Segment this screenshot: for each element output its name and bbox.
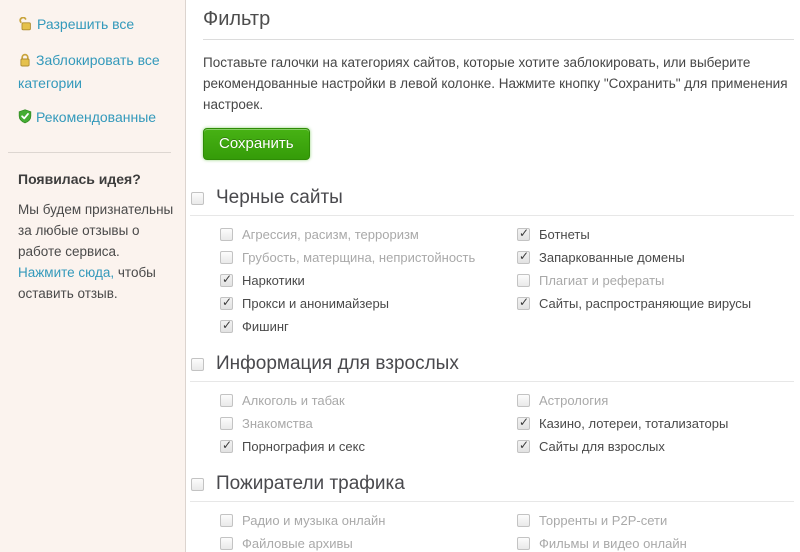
item-label: Запаркованные домены <box>539 250 685 265</box>
sidebar-divider <box>8 152 171 153</box>
item-checkbox[interactable] <box>517 440 530 453</box>
item-checkbox[interactable] <box>517 228 530 241</box>
item-label: Порнография и секс <box>242 439 365 454</box>
category-checkbox[interactable] <box>191 478 204 491</box>
shield-check-icon <box>18 109 32 130</box>
category-title: Информация для взрослых <box>216 353 459 375</box>
item-label: Казино, лотереи, тотализаторы <box>539 416 728 431</box>
item-checkbox[interactable] <box>517 297 530 310</box>
item-label: Сайты, распространяющие вирусы <box>539 296 751 311</box>
allow-all-label: Разрешить все <box>37 16 134 32</box>
items-column-left: Радио и музыка онлайнФайловые архивыФото… <box>220 509 517 552</box>
category-item[interactable]: Порнография и секс <box>220 435 517 458</box>
item-label: Знакомства <box>242 416 313 431</box>
item-checkbox[interactable] <box>220 228 233 241</box>
lock-icon <box>18 52 32 73</box>
category-header: Черные сайты <box>190 185 794 216</box>
category-section: Пожиратели трафика Радио и музыка онлайн Ф… <box>190 471 794 552</box>
item-checkbox[interactable] <box>220 440 233 453</box>
category-checkbox[interactable] <box>191 192 204 205</box>
items-column-left: Агрессия, расизм, терроризм Грубость, мат… <box>220 223 517 338</box>
category-item[interactable]: Фишинг <box>220 315 517 338</box>
item-checkbox[interactable] <box>220 394 233 407</box>
recommended-link[interactable]: Рекомендованные <box>18 107 177 130</box>
category-item[interactable]: Файловые архивы <box>220 532 517 552</box>
category-item[interactable]: Сайты, распространяющие вирусы <box>517 292 794 315</box>
main-content: Фильтр Поставьте галочки на категориях с… <box>186 0 800 552</box>
category-section: Черные сайты Агрессия, расизм, терроризм Г… <box>190 185 794 338</box>
item-label: Грубость, матерщина, непристойность <box>242 250 475 265</box>
item-label: Торренты и P2P-сети <box>539 513 667 528</box>
item-label: Наркотики <box>242 273 305 288</box>
item-checkbox[interactable] <box>517 417 530 430</box>
item-label: Прокси и анонимайзеры <box>242 296 389 311</box>
item-label: Астрология <box>539 393 608 408</box>
items-column-left: Алкоголь и табак Знакомства Порнография и … <box>220 389 517 458</box>
feedback-link[interactable]: Нажмите сюда, <box>18 265 114 280</box>
item-label: Агрессия, расизм, терроризм <box>242 227 419 242</box>
sections: Черные сайты Агрессия, расизм, терроризм Г… <box>190 185 794 552</box>
category-section: Информация для взрослых Алкоголь и табак З… <box>190 351 794 458</box>
item-checkbox[interactable] <box>517 251 530 264</box>
item-label: Алкоголь и табак <box>242 393 345 408</box>
category-item[interactable]: Астрология <box>517 389 794 412</box>
category-item[interactable]: Запаркованные домены <box>517 246 794 269</box>
category-items: Алкоголь и табак Знакомства Порнография и … <box>190 389 794 458</box>
category-item[interactable]: Агрессия, расизм, терроризм <box>220 223 517 246</box>
item-checkbox[interactable] <box>517 274 530 287</box>
items-column-right: Торренты и P2P-сети Фильмы и видео онлайн <box>517 509 794 552</box>
item-checkbox[interactable] <box>220 297 233 310</box>
category-header: Информация для взрослых <box>190 351 794 382</box>
category-checkbox[interactable] <box>191 358 204 371</box>
item-label: Фильмы и видео онлайн <box>539 536 687 551</box>
item-checkbox[interactable] <box>220 514 233 527</box>
idea-title: Появилась идея? <box>18 171 177 187</box>
items-column-right: Астрология Казино, лотереи, тотализаторы С… <box>517 389 794 458</box>
category-title: Черные сайты <box>216 187 343 209</box>
item-checkbox[interactable] <box>517 537 530 550</box>
allow-all-link[interactable]: Разрешить все <box>18 14 177 37</box>
category-item[interactable]: Фильмы и видео онлайн <box>517 532 794 552</box>
unlock-icon <box>18 16 33 37</box>
category-item[interactable]: Казино, лотереи, тотализаторы <box>517 412 794 435</box>
item-checkbox[interactable] <box>220 417 233 430</box>
item-checkbox[interactable] <box>220 320 233 333</box>
item-checkbox[interactable] <box>220 274 233 287</box>
filter-page: Разрешить все Заблокировать все категори… <box>0 0 800 552</box>
intro-text: Поставьте галочки на категориях сайтов, … <box>203 52 792 115</box>
item-checkbox[interactable] <box>517 394 530 407</box>
item-label: Плагиат и рефераты <box>539 273 664 288</box>
category-item[interactable]: Грубость, матерщина, непристойность <box>220 246 517 269</box>
block-all-label: Заблокировать все категории <box>18 52 160 91</box>
item-label: Сайты для взрослых <box>539 439 665 454</box>
category-item[interactable]: Знакомства <box>220 412 517 435</box>
item-checkbox[interactable] <box>220 537 233 550</box>
category-item[interactable]: Наркотики <box>220 269 517 292</box>
category-item[interactable]: Плагиат и рефераты <box>517 269 794 292</box>
category-item[interactable]: Сайты для взрослых <box>517 435 794 458</box>
item-label: Файловые архивы <box>242 536 353 551</box>
item-label: Фишинг <box>242 319 289 334</box>
item-checkbox[interactable] <box>220 251 233 264</box>
category-items: Агрессия, расизм, терроризм Грубость, мат… <box>190 223 794 338</box>
item-label: Ботнеты <box>539 227 590 242</box>
category-item[interactable]: Прокси и анонимайзеры <box>220 292 517 315</box>
category-item[interactable]: Алкоголь и табак <box>220 389 517 412</box>
category-items: Радио и музыка онлайнФайловые архивыФото… <box>190 509 794 552</box>
category-item[interactable]: Торренты и P2P-сети <box>517 509 794 532</box>
idea-text: Мы будем признательны за любые отзывы о … <box>18 199 177 304</box>
category-item[interactable]: Ботнеты <box>517 223 794 246</box>
block-all-link[interactable]: Заблокировать все категории <box>18 50 177 94</box>
items-column-right: Ботнеты Запаркованные домены Плагиат и реф… <box>517 223 794 338</box>
recommended-label: Рекомендованные <box>36 109 156 125</box>
category-title: Пожиратели трафика <box>216 473 405 495</box>
sidebar: Разрешить все Заблокировать все категори… <box>0 0 186 552</box>
save-button[interactable]: Сохранить <box>203 128 310 160</box>
category-header: Пожиратели трафика <box>190 471 794 502</box>
page-title: Фильтр <box>203 8 794 40</box>
item-label: Радио и музыка онлайн <box>242 513 385 528</box>
category-item[interactable]: Радио и музыка онлайн <box>220 509 517 532</box>
item-checkbox[interactable] <box>517 514 530 527</box>
idea-text-before: Мы будем признательны за любые отзывы о … <box>18 202 173 259</box>
